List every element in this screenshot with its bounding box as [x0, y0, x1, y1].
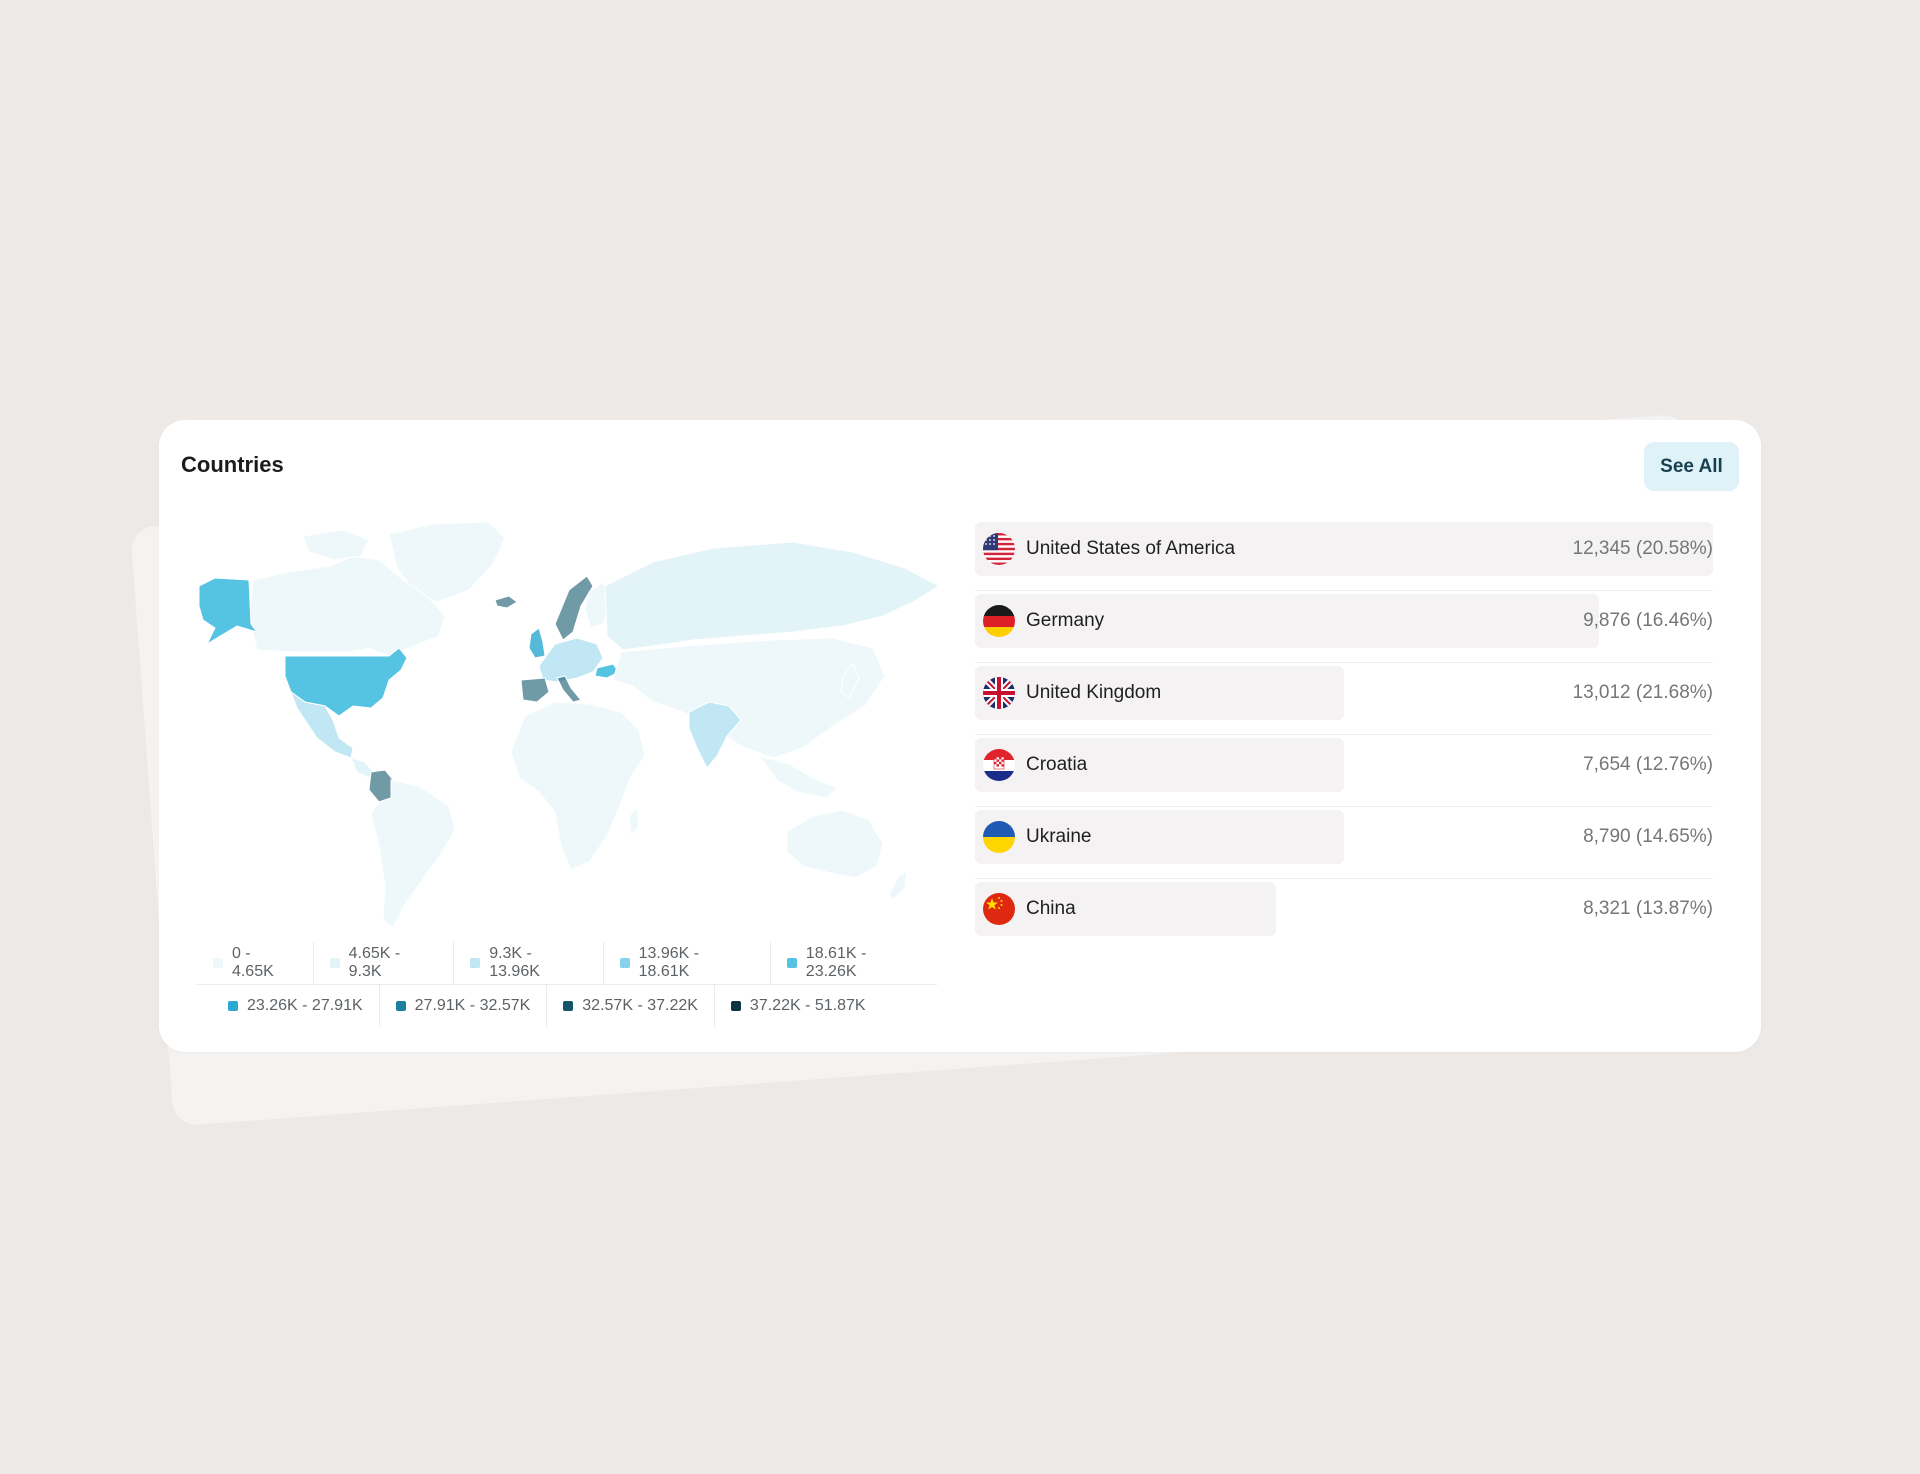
map-region-iceland[interactable]	[494, 595, 518, 609]
see-all-button[interactable]: See All	[1644, 442, 1739, 491]
country-value: 13,012 (21.68%)	[1572, 682, 1714, 703]
country-row[interactable]: Croatia 7,654 (12.76%)	[975, 736, 1713, 807]
map-region-alaska[interactable]	[198, 577, 259, 646]
legend-label: 37.22K - 51.87K	[749, 997, 866, 1014]
legend-swatch	[786, 958, 797, 968]
legend-row: 23.26K - 27.91K 27.91K - 32.57K 32.57K - 3…	[197, 985, 937, 1027]
legend-item[interactable]: 32.57K - 37.22K	[547, 985, 715, 1027]
country-row[interactable]: Ukraine 8,790 (14.65%)	[975, 808, 1713, 879]
legend-label: 18.61K - 23.26K	[805, 945, 867, 980]
legend-item[interactable]: 4.65K - 9.3K	[314, 942, 455, 984]
legend-label: 4.65K - 9.3K	[348, 945, 401, 980]
legend-item[interactable]: 9.3K - 13.96K	[454, 942, 604, 984]
legend-label: 23.26K - 27.91K	[247, 997, 363, 1014]
country-name: United Kingdom	[1026, 682, 1162, 703]
china-flag-icon	[983, 893, 1015, 925]
country-value: 7,654 (12.76%)	[1583, 754, 1713, 775]
legend-item[interactable]: 37.22K - 51.87K	[715, 985, 882, 1027]
legend-item[interactable]: 18.61K - 23.26K	[771, 942, 937, 984]
legend-swatch	[213, 958, 223, 968]
country-value: 9,876 (16.46%)	[1583, 610, 1713, 631]
country-row[interactable]: United States of America 12,345 (20.58%)	[975, 520, 1713, 591]
world-map	[193, 516, 953, 950]
map-region-uk[interactable]	[528, 627, 546, 659]
legend-label: 13.96K - 18.61K	[638, 945, 700, 980]
legend-item[interactable]: 0 - 4.65K	[197, 942, 314, 984]
legend-label: 32.57K - 37.22K	[582, 997, 698, 1014]
country-row[interactable]: Germany 9,876 (16.46%)	[975, 592, 1713, 663]
country-name: Germany	[1026, 610, 1105, 631]
legend-label: 0 - 4.65K	[231, 945, 274, 980]
map-region-europe[interactable]	[538, 637, 604, 683]
card-title: Countries	[181, 452, 284, 477]
usa-flag-icon	[983, 533, 1015, 565]
legend-swatch	[228, 1001, 238, 1011]
country-value: 12,345 (20.58%)	[1572, 538, 1714, 559]
legend-swatch	[395, 1001, 406, 1011]
legend-item[interactable]: 13.96K - 18.61K	[604, 942, 771, 984]
country-row[interactable]: United Kingdom 13,012 (21.68%)	[975, 664, 1713, 735]
map-region-russia[interactable]	[604, 541, 941, 651]
map-region-central-america[interactable]	[350, 757, 374, 779]
legend-swatch	[563, 1001, 574, 1011]
ukraine-flag-icon	[983, 821, 1015, 853]
legend-swatch	[329, 958, 340, 968]
country-name: Ukraine	[1026, 826, 1092, 847]
countries-card: Countries See All 0 - 4.65K 4.65K - 9.3K…	[159, 420, 1761, 1052]
country-name: United States of America	[1026, 538, 1236, 559]
map-region-new-zealand[interactable]	[888, 871, 908, 901]
map-region-spain[interactable]	[520, 677, 550, 703]
country-value: 8,790 (14.65%)	[1583, 826, 1713, 847]
map-region-southeast-asia[interactable]	[757, 755, 838, 799]
legend-label: 9.3K - 13.96K	[489, 945, 540, 980]
legend-row: 0 - 4.65K 4.65K - 9.3K 9.3K - 13.96K 13.96K…	[197, 942, 937, 985]
germany-flag-icon	[983, 605, 1015, 637]
legend-label: 27.91K - 32.57K	[414, 997, 531, 1014]
croatia-flag-icon	[983, 749, 1015, 781]
country-name: China	[1026, 898, 1076, 919]
map-region-arctic-islands[interactable]	[302, 529, 370, 561]
map-region-colombia[interactable]	[368, 769, 394, 803]
country-bar	[975, 882, 1277, 936]
map-region-asia[interactable]	[612, 637, 886, 759]
legend-item[interactable]: 27.91K - 32.57K	[380, 985, 548, 1027]
map-region-australia[interactable]	[786, 809, 884, 879]
map-region-madagascar[interactable]	[628, 806, 640, 838]
country-name: Croatia	[1026, 754, 1088, 775]
legend-item[interactable]: 23.26K - 27.91K	[212, 985, 380, 1027]
uk-flag-icon	[983, 677, 1015, 709]
legend-swatch	[470, 958, 481, 968]
map-region-south-america[interactable]	[370, 779, 456, 929]
map-region-africa[interactable]	[510, 701, 646, 871]
map-legend: 0 - 4.65K 4.65K - 9.3K 9.3K - 13.96K 13.96K…	[197, 942, 937, 1027]
legend-swatch	[619, 958, 630, 968]
country-list: United States of America 12,345 (20.58%) G…	[975, 520, 1713, 951]
legend-swatch	[730, 1001, 741, 1011]
country-row[interactable]: China 8,321 (13.87%)	[975, 880, 1713, 950]
country-value: 8,321 (13.87%)	[1583, 898, 1713, 919]
